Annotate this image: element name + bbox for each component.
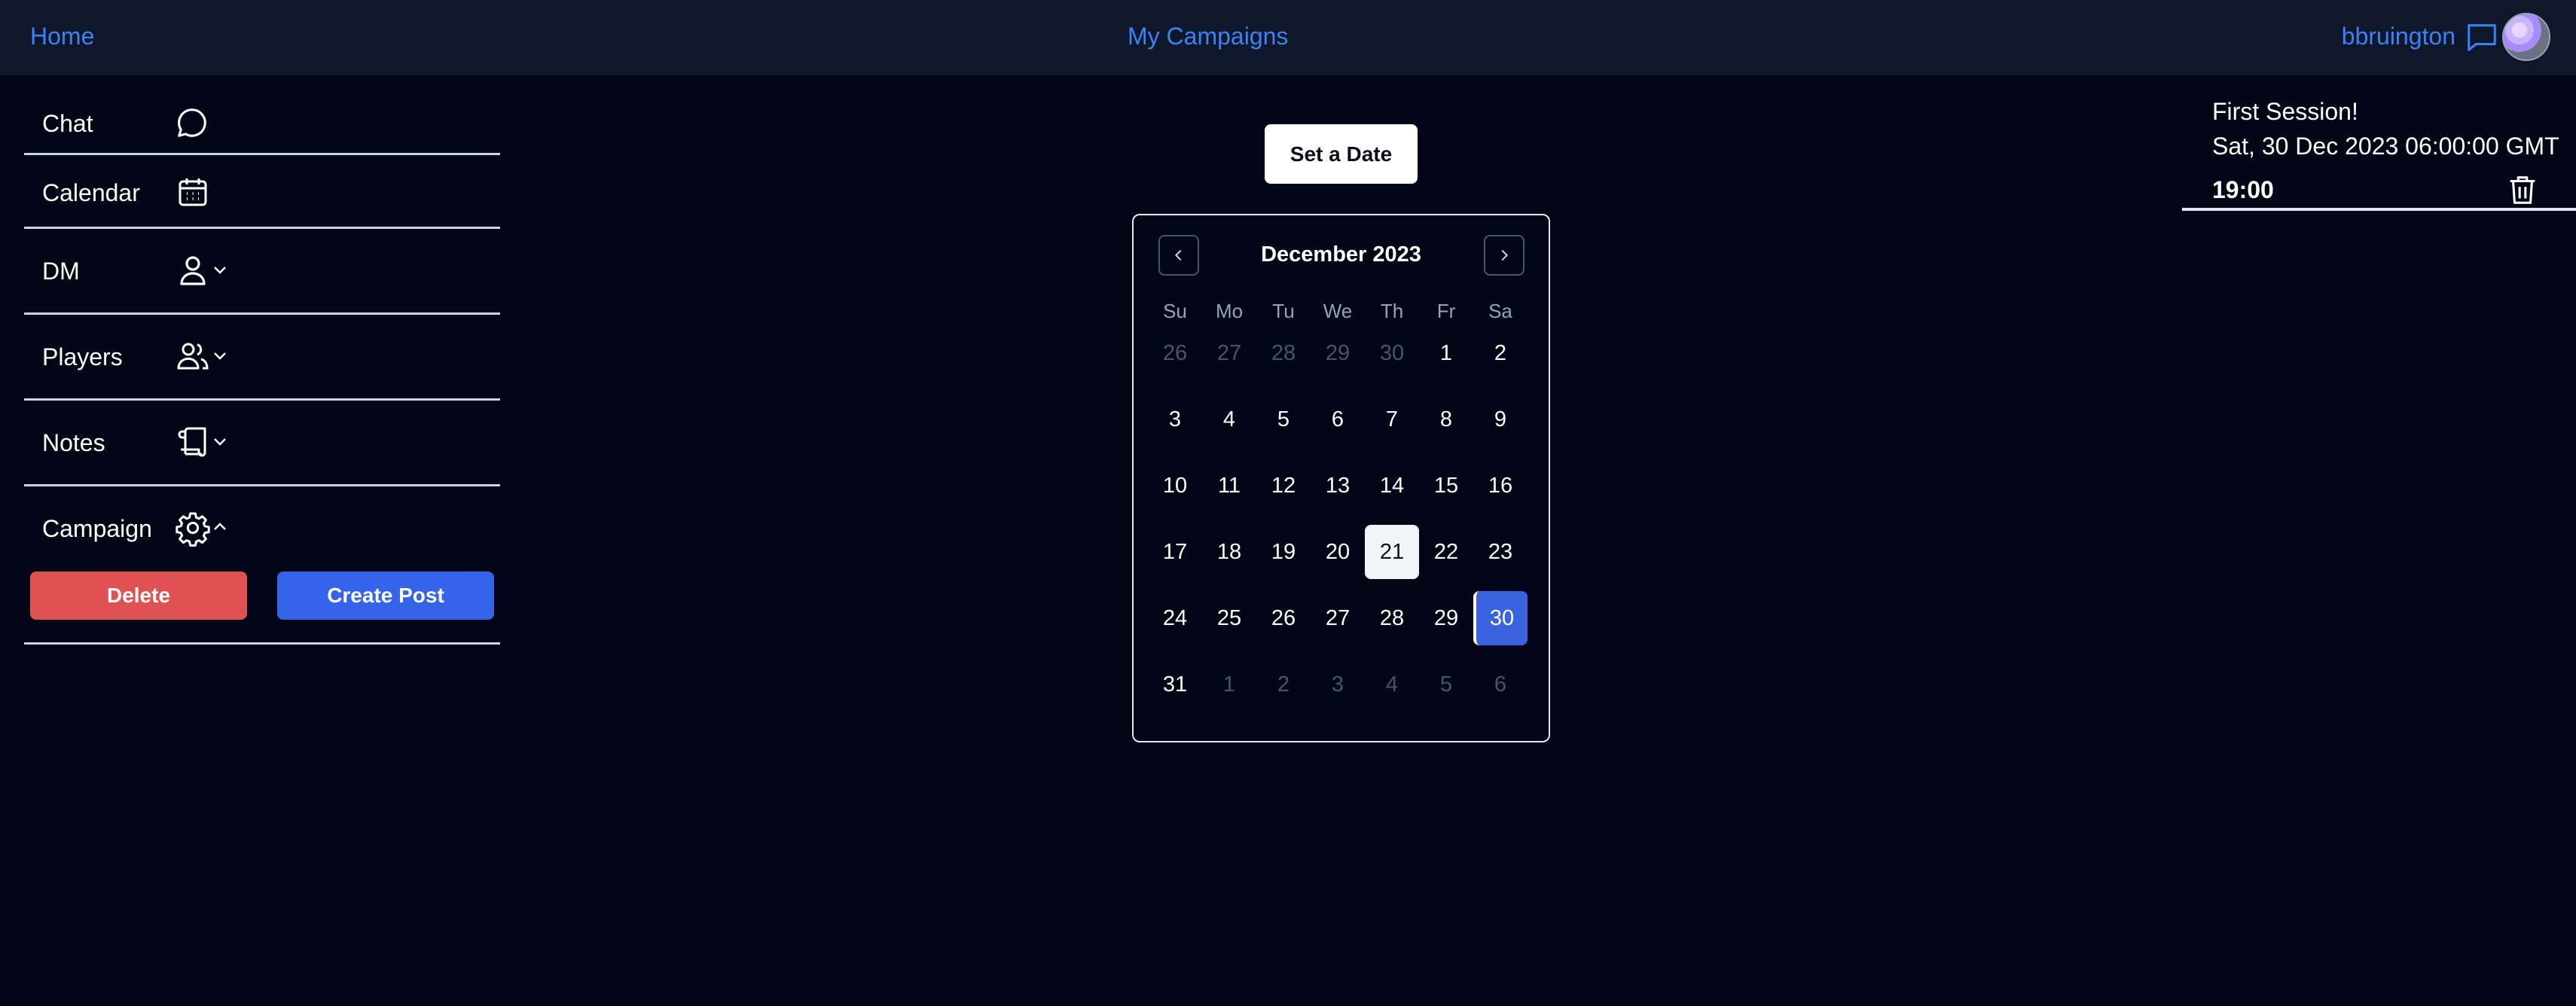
calendar-day: 27 — [1216, 340, 1242, 365]
chevron-down-icon[interactable] — [211, 261, 229, 279]
calendar-day[interactable]: 21 — [1365, 525, 1419, 579]
delete-campaign-button[interactable]: Delete — [30, 572, 247, 620]
sidebar-item-notes[interactable]: Notes — [24, 401, 500, 486]
sidebar-item-label: Notes — [42, 429, 105, 456]
trash-icon[interactable] — [2505, 172, 2540, 208]
calendar-day: 4 — [1385, 672, 1399, 697]
avatar[interactable] — [2502, 13, 2550, 61]
calendar-day[interactable]: 4 — [1202, 392, 1256, 447]
calendar-day[interactable]: 16 — [1473, 459, 1528, 513]
calendar-day[interactable]: 17 — [1148, 525, 1202, 579]
weekday-label: Th — [1380, 300, 1404, 322]
scroll-icon — [178, 427, 206, 457]
calendar-day[interactable]: 30 — [1473, 591, 1528, 645]
create-post-button[interactable]: Create Post — [277, 572, 494, 620]
calendar-day[interactable]: 1 — [1419, 326, 1473, 380]
calendar-day: 28 — [1271, 340, 1296, 365]
calendar-day: 1 — [1222, 672, 1236, 697]
weekday-label: Tu — [1272, 300, 1295, 322]
weekday-label: Su — [1163, 300, 1187, 322]
calendar-day: 6 — [1494, 672, 1507, 697]
calendar-day[interactable]: 11 — [1202, 459, 1256, 513]
calendar-day[interactable]: 8 — [1419, 392, 1473, 447]
calendar-day: 30 — [1379, 340, 1405, 365]
chevron-right-icon — [1501, 249, 1509, 261]
calendar-day: 26 — [1162, 340, 1188, 365]
calendar-day[interactable]: 18 — [1202, 525, 1256, 579]
calendar-day[interactable]: 25 — [1202, 591, 1256, 645]
event-title: First Session! — [2212, 98, 2358, 125]
calendar-day: 5 — [1439, 672, 1453, 697]
sidebar-item-campaign[interactable]: Campaign — [24, 486, 500, 645]
messages-icon[interactable] — [2465, 20, 2499, 54]
calendar-day[interactable]: 23 — [1473, 525, 1528, 579]
sidebar-item-label: Players — [42, 343, 123, 370]
weekday-label: Fr — [1436, 300, 1456, 322]
event-time: 19:00 — [2212, 176, 2274, 203]
event-divider — [2182, 208, 2576, 211]
sidebar-item-label: Chat — [42, 110, 93, 137]
calendar-day[interactable]: 27 — [1311, 591, 1365, 645]
sidebar-item-players[interactable]: Players — [24, 315, 500, 401]
calendar-day[interactable]: 7 — [1365, 392, 1419, 447]
calendar-day[interactable]: 24 — [1148, 591, 1202, 645]
calendar-day[interactable]: 14 — [1365, 459, 1419, 513]
calendar-day[interactable]: 9 — [1473, 392, 1528, 447]
calendar-day[interactable]: 12 — [1256, 459, 1311, 513]
my-campaigns-link[interactable]: My Campaigns — [1128, 24, 1288, 48]
chevron-down-icon[interactable] — [211, 432, 229, 450]
calendar-day[interactable]: 6 — [1311, 392, 1365, 447]
weekday-label: Mo — [1215, 300, 1244, 322]
calendar-day[interactable]: 5 — [1256, 392, 1311, 447]
top-nav-bar: Home My Campaigns bbruington — [0, 0, 2576, 75]
sidebar-item-dm[interactable]: DM — [24, 229, 500, 315]
chat-bubble-icon — [178, 108, 206, 137]
calendar-day[interactable]: 20 — [1311, 525, 1365, 579]
calendar-day[interactable]: 13 — [1311, 459, 1365, 513]
date-picker: December 2023 Su Mo Tu We Th Fr Sa 26 27 28 29 30 1 2… — [1132, 214, 1550, 742]
weekday-label: We — [1323, 300, 1353, 322]
sidebar-item-label: DM — [42, 258, 80, 285]
sidebar-item-label: Campaign — [42, 515, 152, 542]
user-icon — [180, 256, 206, 285]
calendar-day[interactable]: 26 — [1256, 591, 1311, 645]
calendar-day[interactable]: 10 — [1148, 459, 1202, 513]
calendar-day[interactable]: 22 — [1419, 525, 1473, 579]
users-icon — [177, 343, 209, 370]
calendar-day[interactable]: 31 — [1148, 657, 1202, 712]
calendar-day: 29 — [1325, 340, 1351, 365]
chevron-up-icon[interactable] — [211, 518, 229, 536]
calendar-day[interactable]: 15 — [1419, 459, 1473, 513]
calendar-day[interactable]: 19 — [1256, 525, 1311, 579]
calendar-day: 2 — [1277, 672, 1290, 697]
username-link[interactable]: bbruington — [2342, 24, 2455, 48]
sidebar-item-label: Calendar — [42, 179, 140, 206]
event-date: Sat, 30 Dec 2023 06:00:00 GMT — [2212, 133, 2559, 160]
calendar-day: 3 — [1331, 672, 1344, 697]
calendar-day[interactable]: 28 — [1365, 591, 1419, 645]
set-date-button[interactable]: Set a Date — [1265, 124, 1418, 184]
gear-icon — [175, 512, 210, 547]
home-link[interactable]: Home — [30, 24, 94, 48]
calendar-day[interactable]: 29 — [1419, 591, 1473, 645]
next-month-button[interactable] — [1484, 235, 1525, 276]
weekday-label: Sa — [1488, 300, 1512, 322]
chevron-down-icon[interactable] — [211, 346, 229, 364]
calendar-icon — [179, 178, 207, 206]
calendar-day[interactable]: 3 — [1148, 392, 1202, 447]
sidebar-item-calendar[interactable]: Calendar — [24, 155, 500, 229]
calendar-day[interactable]: 2 — [1473, 326, 1528, 380]
sidebar-item-chat[interactable]: Chat — [24, 96, 500, 155]
